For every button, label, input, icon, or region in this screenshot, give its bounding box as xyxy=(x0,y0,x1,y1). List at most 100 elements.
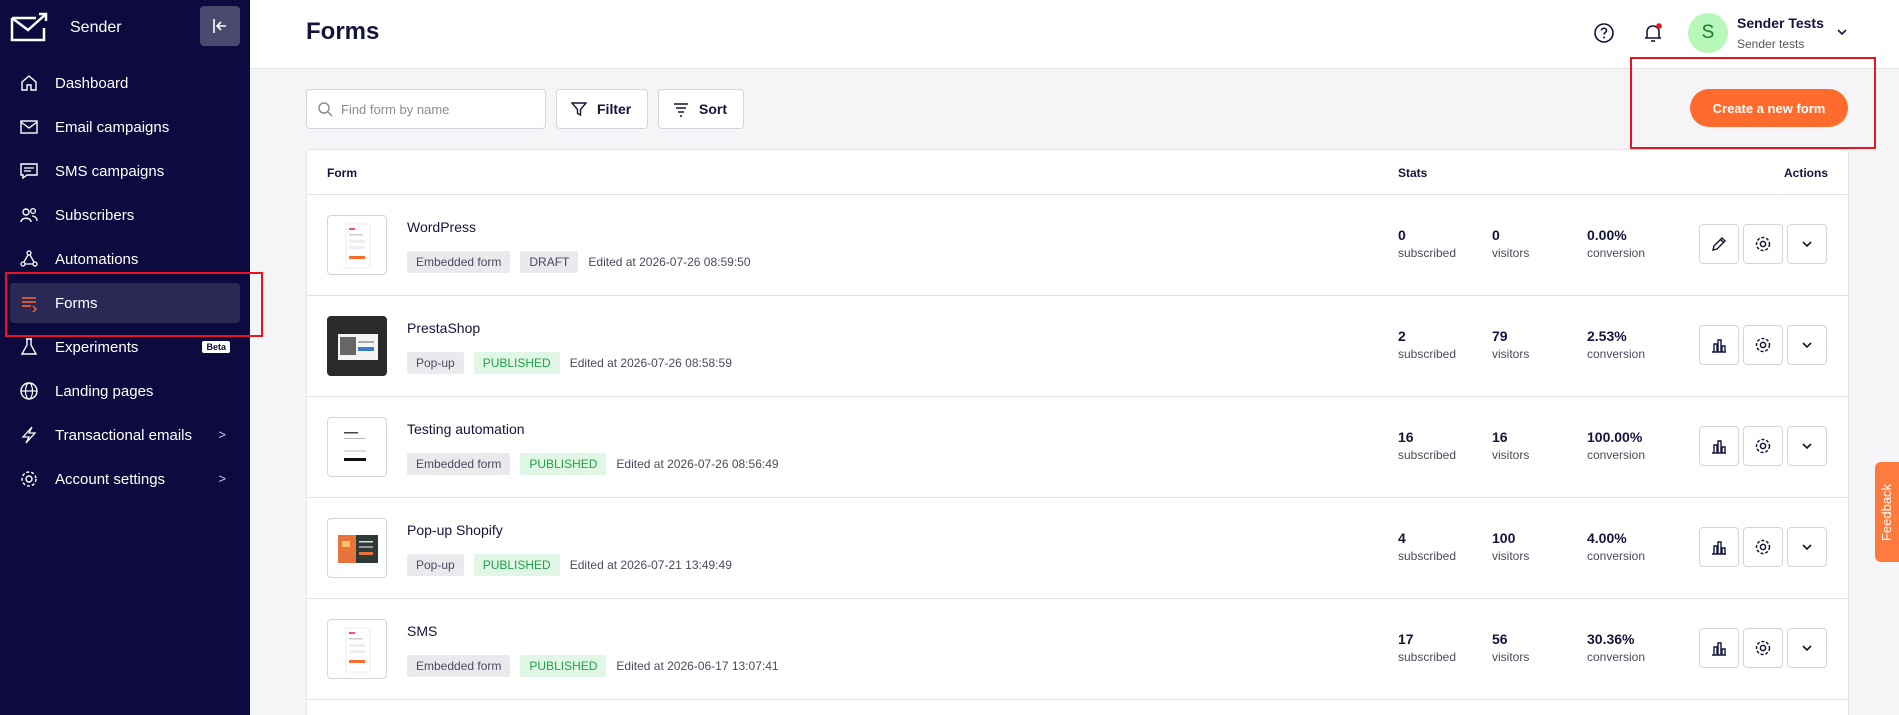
gear-icon xyxy=(1755,236,1771,252)
avatar[interactable]: S xyxy=(1688,13,1728,53)
gear-icon xyxy=(1755,539,1771,555)
form-name[interactable]: Pop-up Shopify xyxy=(407,522,503,538)
status-badge: DRAFT xyxy=(520,251,579,273)
form-type-badge: Embedded form xyxy=(407,453,511,475)
form-name[interactable]: SMS xyxy=(407,623,437,639)
sidebar: Sender Dashboard Email campaigns SMS cam… xyxy=(0,0,250,715)
stat-label: visitors xyxy=(1492,246,1530,260)
statistics-button[interactable] xyxy=(1699,628,1739,668)
highlight-box-create xyxy=(1630,57,1876,149)
settings-button[interactable] xyxy=(1743,527,1783,567)
edited-timestamp: Edited at 2026-07-26 08:58:59 xyxy=(569,356,732,370)
stat-value: 16 xyxy=(1398,429,1414,445)
sidebar-item-email-campaigns[interactable]: Email campaigns xyxy=(0,107,250,147)
table-row[interactable]: WordPress Embedded form DRAFT Edited at … xyxy=(307,195,1848,296)
settings-button[interactable] xyxy=(1743,325,1783,365)
sidebar-item-label: Dashboard xyxy=(55,74,129,92)
settings-button[interactable] xyxy=(1743,224,1783,264)
statistics-button[interactable] xyxy=(1699,426,1739,466)
statistics-button[interactable] xyxy=(1699,325,1739,365)
settings-button[interactable] xyxy=(1743,628,1783,668)
form-thumbnail[interactable] xyxy=(327,316,387,376)
bar-chart-icon xyxy=(1712,339,1726,353)
chevron-down-icon xyxy=(1802,241,1812,248)
chevron-right-icon: > xyxy=(218,427,226,442)
table-row[interactable]: SMS Embedded form PUBLISHED Edited at 20… xyxy=(307,599,1848,700)
chevron-down-icon xyxy=(1802,443,1812,450)
stat-label: visitors xyxy=(1492,650,1530,664)
bar-chart-icon xyxy=(1712,440,1726,454)
form-thumbnail[interactable] xyxy=(327,417,387,477)
table-row[interactable]: PrestaShop Pop-up PUBLISHED Edited at 20… xyxy=(307,296,1848,397)
sort-button[interactable]: Sort xyxy=(658,89,744,129)
sidebar-item-transactional-emails[interactable]: Transactional emails > xyxy=(0,415,250,455)
search-input[interactable] xyxy=(341,101,531,117)
stat-label: conversion xyxy=(1587,549,1646,563)
stat-visitors: 16 visitors xyxy=(1492,429,1529,462)
form-thumbnail[interactable] xyxy=(327,215,387,275)
edited-timestamp: Edited at 2026-07-26 08:56:49 xyxy=(616,457,779,471)
form-thumbnail[interactable] xyxy=(327,619,387,679)
sidebar-item-landing-pages[interactable]: Landing pages xyxy=(0,371,250,411)
more-dropdown-button[interactable] xyxy=(1787,628,1827,668)
table-row[interactable]: Testing automation Embedded form PUBLISH… xyxy=(307,397,1848,498)
statistics-button[interactable] xyxy=(1699,527,1739,567)
form-name[interactable]: Testing automation xyxy=(407,421,525,437)
chevron-right-icon: > xyxy=(218,471,226,486)
flask-icon xyxy=(18,336,40,358)
settings-button[interactable] xyxy=(1743,426,1783,466)
bell-icon[interactable] xyxy=(1640,20,1666,46)
sidebar-item-subscribers[interactable]: Subscribers xyxy=(0,195,250,235)
filter-button[interactable]: Filter xyxy=(556,89,648,129)
stat-value: 79 xyxy=(1492,328,1508,344)
sidebar-item-label: Subscribers xyxy=(55,206,135,224)
form-name[interactable]: PrestaShop xyxy=(407,320,480,336)
brand[interactable]: Sender xyxy=(10,10,122,46)
sidebar-item-label: Email campaigns xyxy=(55,118,170,136)
search-box[interactable] xyxy=(306,89,546,129)
stat-value: 100 xyxy=(1492,530,1516,546)
sidebar-item-dashboard[interactable]: Dashboard xyxy=(0,63,250,103)
stat-conversion: 2.53% conversion xyxy=(1587,328,1645,361)
stat-visitors: 79 visitors xyxy=(1492,328,1529,361)
more-dropdown-button[interactable] xyxy=(1787,426,1827,466)
stat-visitors: 100 visitors xyxy=(1492,530,1529,563)
stat-label: subscribed xyxy=(1398,347,1457,361)
stat-subscribed: 17 subscribed xyxy=(1398,631,1456,664)
form-name[interactable]: WordPress xyxy=(407,219,476,235)
filter-icon xyxy=(571,102,587,117)
more-dropdown-button[interactable] xyxy=(1787,527,1827,567)
sidebar-item-account-settings[interactable]: Account settings > xyxy=(0,459,250,499)
stat-conversion: 30.36% conversion xyxy=(1587,631,1645,664)
form-type-badge: Pop-up xyxy=(407,352,464,374)
stat-value: 16 xyxy=(1492,429,1508,445)
more-dropdown-button[interactable] xyxy=(1787,224,1827,264)
highlight-box-forms xyxy=(5,272,263,337)
collapse-sidebar-button[interactable] xyxy=(200,6,240,46)
status-badge: PUBLISHED xyxy=(473,352,560,374)
stat-value: 56 xyxy=(1492,631,1508,647)
status-badge: PUBLISHED xyxy=(473,554,560,576)
sidebar-item-label: Automations xyxy=(55,250,139,268)
form-thumbnail[interactable] xyxy=(327,518,387,578)
sidebar-item-sms-campaigns[interactable]: SMS campaigns xyxy=(0,151,250,191)
chevron-down-icon[interactable] xyxy=(1835,25,1849,39)
chat-icon xyxy=(18,160,40,182)
stat-visitors: 0 visitors xyxy=(1492,227,1529,260)
table-row[interactable]: Pop-up Shopify Pop-up PUBLISHED Edited a… xyxy=(307,498,1848,599)
edit-button[interactable] xyxy=(1699,224,1739,264)
more-dropdown-button[interactable] xyxy=(1787,325,1827,365)
status-badge: PUBLISHED xyxy=(520,453,607,475)
form-meta: Embedded form PUBLISHED Edited at 2026-0… xyxy=(407,655,779,677)
beta-badge: Beta xyxy=(202,341,230,353)
sidebar-item-label: Experiments xyxy=(55,338,139,356)
user-name[interactable]: Sender Tests xyxy=(1737,15,1824,31)
help-icon[interactable] xyxy=(1591,20,1617,46)
feedback-tab[interactable]: Feedback xyxy=(1875,462,1899,562)
stat-value: 4.00% xyxy=(1587,530,1627,546)
stat-label: visitors xyxy=(1492,448,1530,462)
feedback-label: Feedback xyxy=(1879,483,1895,541)
stat-visitors: 56 visitors xyxy=(1492,631,1529,664)
lightning-icon xyxy=(18,424,40,446)
envelope-icon xyxy=(18,116,40,138)
